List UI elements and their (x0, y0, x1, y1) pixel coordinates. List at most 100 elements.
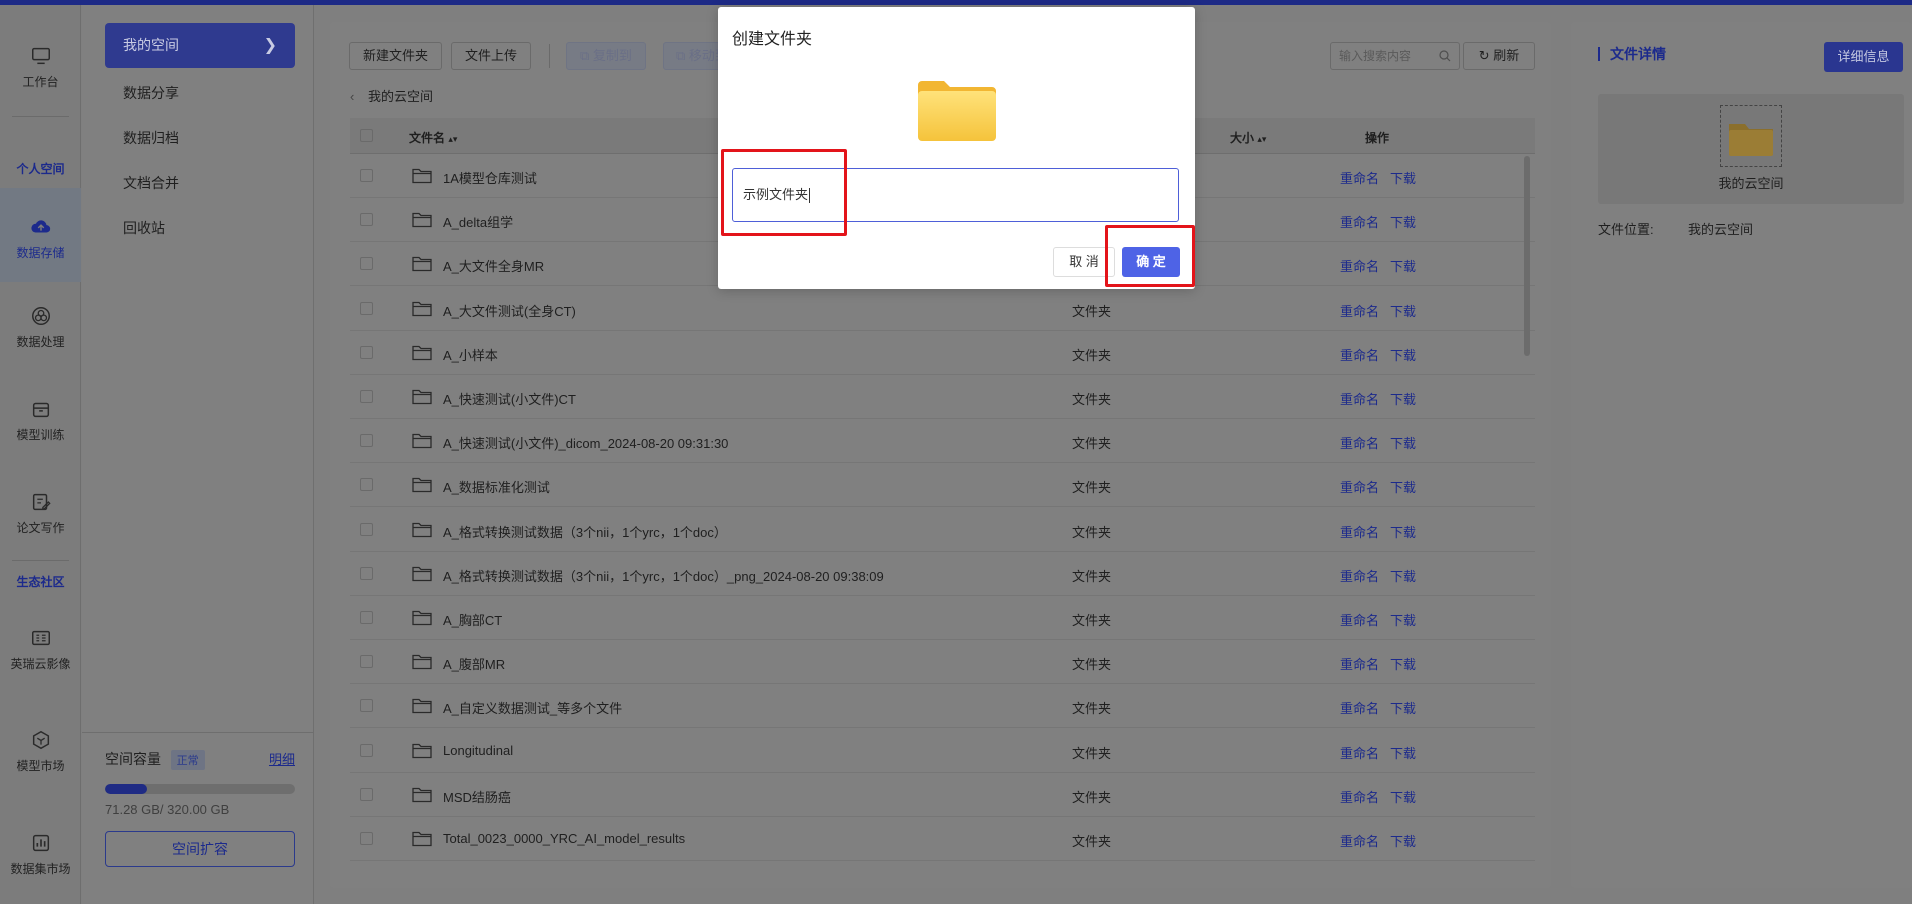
download-link[interactable]: 下载 (1390, 698, 1416, 717)
subnav-item-my-space[interactable]: 我的空间 ❯ (105, 23, 295, 68)
refresh-button[interactable]: ↻ 刷新 (1463, 42, 1535, 70)
row-checkbox[interactable] (360, 257, 373, 271)
download-link[interactable]: 下载 (1390, 345, 1416, 364)
rename-link[interactable]: 重命名 (1340, 831, 1379, 850)
file-name[interactable]: Longitudinal (443, 743, 513, 758)
rail-item-data-processing[interactable]: 数据处理 (0, 305, 81, 350)
file-name[interactable]: A_快速测试(小文件)CT (443, 389, 576, 408)
download-link[interactable]: 下载 (1390, 477, 1416, 496)
rename-link[interactable]: 重命名 (1340, 389, 1379, 408)
row-checkbox[interactable] (360, 566, 373, 580)
file-name[interactable]: A_数据标准化测试 (443, 477, 550, 496)
table-row[interactable]: Total_0023_0000_YRC_AI_model_results 文件夹 重… (350, 817, 1535, 861)
download-link[interactable]: 下载 (1390, 389, 1416, 408)
subnav-item-data-archive[interactable]: 数据归档 (123, 128, 179, 148)
copy-to-button[interactable]: ⧉ 复制到 (566, 42, 646, 70)
table-row[interactable]: MSD结肠癌 文件夹 重命名 下载 (350, 773, 1535, 817)
file-name[interactable]: A_大文件测试(全身CT) (443, 301, 576, 320)
table-row[interactable]: A_格式转换测试数据（3个nii，1个yrc，1个doc） 文件夹 重命名 下载 (350, 508, 1535, 552)
file-name[interactable]: A_快速测试(小文件)_dicom_2024-08-20 09:31:30 (443, 433, 728, 452)
rename-link[interactable]: 重命名 (1340, 698, 1379, 717)
rail-item-model-market[interactable]: 模型市场 (0, 729, 81, 774)
rename-link[interactable]: 重命名 (1340, 345, 1379, 364)
download-link[interactable]: 下载 (1390, 256, 1416, 275)
rename-link[interactable]: 重命名 (1340, 522, 1379, 541)
download-link[interactable]: 下载 (1390, 566, 1416, 585)
row-checkbox[interactable] (360, 390, 373, 403)
download-link[interactable]: 下载 (1390, 610, 1416, 629)
rename-link[interactable]: 重命名 (1340, 610, 1379, 629)
download-link[interactable]: 下载 (1390, 787, 1416, 806)
subnav-item-data-share[interactable]: 数据分享 (123, 83, 179, 103)
rename-link[interactable]: 重命名 (1340, 743, 1379, 762)
row-checkbox[interactable] (360, 213, 373, 227)
select-all-checkbox[interactable] (360, 129, 373, 142)
expand-storage-button[interactable]: 空间扩容 (105, 831, 295, 867)
file-name[interactable]: A_自定义数据测试_等多个文件 (443, 698, 622, 717)
file-name[interactable]: A_腹部MR (443, 654, 505, 673)
rail-item-model-training[interactable]: 模型训练 (0, 398, 81, 443)
download-link[interactable]: 下载 (1390, 168, 1416, 187)
subnav-item-doc-merge[interactable]: 文档合并 (123, 173, 179, 193)
row-checkbox[interactable] (360, 655, 373, 669)
chevron-left-icon[interactable]: ‹ (350, 89, 354, 104)
rename-link[interactable]: 重命名 (1340, 433, 1379, 452)
download-link[interactable]: 下载 (1390, 433, 1416, 452)
rail-item-dataset-market[interactable]: 数据集市场 (0, 832, 81, 877)
download-link[interactable]: 下载 (1390, 654, 1416, 673)
row-checkbox[interactable] (360, 743, 373, 757)
rename-link[interactable]: 重命名 (1340, 654, 1379, 673)
row-checkbox[interactable] (360, 301, 373, 315)
download-link[interactable]: 下载 (1390, 212, 1416, 231)
file-name[interactable]: A_delta组学 (443, 212, 513, 231)
table-row[interactable]: A_格式转换测试数据（3个nii，1个yrc，1个doc）_png_2024-0… (350, 552, 1535, 596)
row-checkbox[interactable] (360, 787, 373, 801)
rail-item-workbench[interactable]: 工作台 (0, 45, 81, 90)
table-row[interactable]: A_快速测试(小文件)_dicom_2024-08-20 09:31:30 文件夹… (350, 419, 1535, 464)
column-header-name[interactable]: 文件名 ▴▾ (409, 129, 457, 146)
file-name[interactable]: A_小样本 (443, 345, 498, 364)
file-name[interactable]: A_大文件全身MR (443, 256, 544, 275)
details-more-button[interactable]: 详细信息 (1824, 42, 1903, 72)
rename-link[interactable]: 重命名 (1340, 787, 1379, 806)
table-row[interactable]: A_小样本 文件夹 重命名 下载 (350, 331, 1535, 375)
row-checkbox[interactable] (360, 699, 373, 713)
file-name[interactable]: A_胸部CT (443, 610, 502, 629)
table-row[interactable]: A_自定义数据测试_等多个文件 文件夹 重命名 下载 (350, 684, 1535, 729)
row-checkbox[interactable] (360, 345, 373, 359)
download-link[interactable]: 下载 (1390, 743, 1416, 762)
rename-link[interactable]: 重命名 (1340, 477, 1379, 496)
row-checkbox[interactable] (360, 611, 373, 624)
upload-button[interactable]: 文件上传 (451, 42, 532, 70)
rename-link[interactable]: 重命名 (1340, 212, 1379, 231)
table-row[interactable]: A_大文件测试(全身CT) 文件夹 重命名 下载 (350, 287, 1535, 331)
rename-link[interactable]: 重命名 (1340, 168, 1379, 187)
rename-link[interactable]: 重命名 (1340, 301, 1379, 320)
download-link[interactable]: 下载 (1390, 831, 1416, 850)
rail-item-paper-writing[interactable]: 论文写作 (0, 491, 81, 536)
rename-link[interactable]: 重命名 (1340, 566, 1379, 585)
download-link[interactable]: 下载 (1390, 301, 1416, 320)
rail-item-data-storage[interactable]: 数据存储 (0, 188, 81, 282)
row-checkbox[interactable] (360, 478, 373, 492)
column-header-size[interactable]: 大小 ▴▾ (1230, 129, 1266, 146)
table-row[interactable]: A_腹部MR 文件夹 重命名 下载 (350, 640, 1535, 685)
rail-item-yrc-imaging[interactable]: 英瑞云影像 (0, 627, 81, 672)
row-checkbox[interactable] (360, 434, 373, 448)
row-checkbox[interactable] (360, 832, 373, 845)
table-row[interactable]: A_胸部CT 文件夹 重命名 下载 (350, 596, 1535, 640)
file-name[interactable]: Total_0023_0000_YRC_AI_model_results (443, 831, 685, 846)
scrollbar[interactable] (1524, 156, 1530, 356)
file-name[interactable]: MSD结肠癌 (443, 787, 511, 806)
subnav-item-recycle-bin[interactable]: 回收站 (123, 218, 165, 238)
row-checkbox[interactable] (360, 522, 373, 536)
row-checkbox[interactable] (360, 169, 373, 182)
table-row[interactable]: A_数据标准化测试 文件夹 重命名 下载 (350, 463, 1535, 508)
new-folder-button[interactable]: 新建文件夹 (349, 42, 443, 70)
move-to-button[interactable]: ⧉ 移动到 (663, 42, 723, 70)
download-link[interactable]: 下载 (1390, 522, 1416, 541)
table-row[interactable]: A_快速测试(小文件)CT 文件夹 重命名 下载 (350, 375, 1535, 419)
file-name[interactable]: A_格式转换测试数据（3个nii，1个yrc，1个doc）_png_2024-0… (443, 566, 884, 585)
file-name[interactable]: 1A模型仓库测试 (443, 168, 537, 187)
storage-detail-link[interactable]: 明细 (269, 749, 295, 768)
